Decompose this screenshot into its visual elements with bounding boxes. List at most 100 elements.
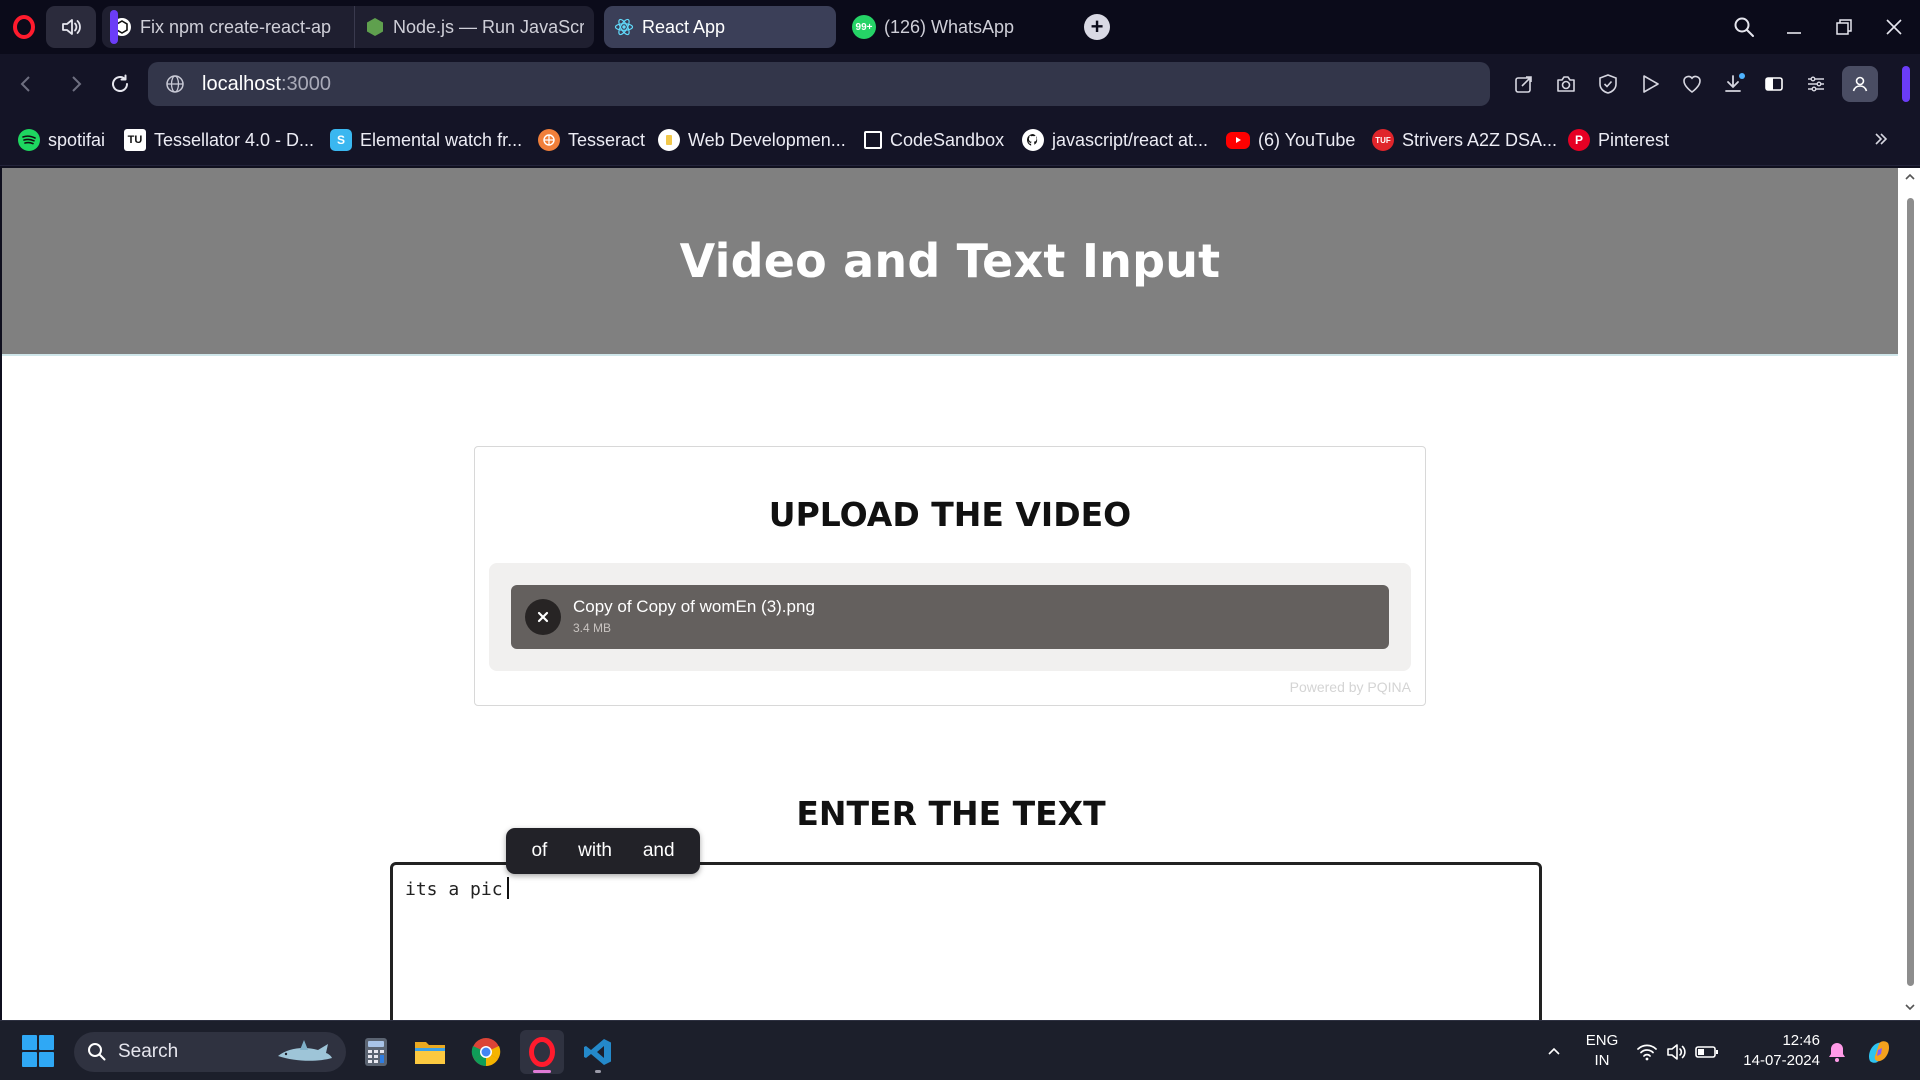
suggestion-and[interactable]: and — [637, 840, 681, 862]
bookmark-codesandbox[interactable]: CodeSandbox — [864, 126, 1004, 154]
shark-icon — [278, 1040, 332, 1061]
bookmark-github-react[interactable]: javascript/react at... — [1022, 126, 1208, 154]
active-app-indicator — [533, 1070, 551, 1073]
taskbar-search[interactable]: Search — [74, 1032, 346, 1072]
powered-by-link[interactable]: Powered by PQINA — [1290, 679, 1411, 695]
file-name: Copy of Copy of womEn (3).png — [573, 597, 815, 616]
calculator-icon[interactable] — [354, 1030, 398, 1074]
bookmark-label: Pinterest — [1598, 129, 1670, 150]
battery-icon[interactable] — [1694, 1039, 1720, 1065]
scroll-down-icon[interactable] — [1904, 1000, 1916, 1014]
file-drop-area[interactable]: Copy of Copy of womEn (3).png 3.4 MB — [489, 563, 1411, 671]
volume-icon[interactable] — [1664, 1039, 1690, 1065]
input-language[interactable]: ENG IN — [1580, 1031, 1624, 1071]
opera-taskbar-icon[interactable] — [520, 1030, 564, 1074]
opera-logo-icon[interactable] — [4, 6, 44, 48]
elemental-icon: S — [330, 129, 352, 151]
chevron-up-icon[interactable] — [1540, 1037, 1568, 1065]
scroll-up-icon[interactable] — [1904, 170, 1916, 184]
camera-icon[interactable] — [1550, 68, 1582, 100]
word-suggestion-popup: of with and — [506, 828, 700, 874]
bookmark-elemental[interactable]: S Elemental watch fr... — [330, 126, 522, 154]
language-code: ENG — [1585, 1032, 1619, 1049]
nodejs-icon — [365, 17, 385, 37]
vscode-icon[interactable] — [576, 1030, 620, 1074]
codesandbox-icon — [864, 131, 882, 149]
back-arrow-icon[interactable] — [8, 66, 44, 102]
suggestion-with[interactable]: with — [572, 840, 618, 862]
reload-icon[interactable] — [102, 66, 138, 102]
wifi-icon[interactable] — [1634, 1039, 1660, 1065]
text-input-value: its a pic — [405, 879, 503, 900]
scroll-thumb[interactable] — [1907, 198, 1914, 986]
copilot-icon[interactable] — [1862, 1035, 1896, 1069]
bookmark-tesseract[interactable]: Tesseract — [538, 126, 645, 154]
bookmark-pinterest[interactable]: P Pinterest — [1568, 126, 1669, 154]
sidebar-toggle-icon[interactable] — [1758, 68, 1790, 100]
tab-fix-npm[interactable]: Fix npm create-react-ap — [102, 6, 354, 48]
page-scrollbar[interactable] — [1900, 168, 1920, 1020]
bookmark-label: CodeSandbox — [890, 129, 1005, 150]
bookmarks-overflow-icon[interactable] — [1866, 124, 1896, 154]
tab-label: (126) WhatsApp — [884, 16, 1015, 37]
react-icon — [614, 17, 634, 37]
search-label: Search — [118, 1041, 179, 1062]
address-bar[interactable]: localhost:3000 — [148, 62, 1490, 106]
chrome-icon[interactable] — [464, 1030, 508, 1074]
close-window-icon[interactable] — [1874, 8, 1914, 46]
youtube-icon — [1226, 131, 1250, 149]
system-clock[interactable]: 12:46 14-07-2024 — [1726, 1031, 1820, 1071]
bookmark-label: javascript/react at... — [1052, 129, 1209, 150]
bookmark-label: spotifai — [48, 129, 106, 150]
tab-group-marker — [110, 10, 118, 44]
webdev-icon — [658, 129, 680, 151]
tab-react-app[interactable]: React App — [604, 6, 836, 48]
file-explorer-icon[interactable] — [408, 1030, 452, 1074]
remove-file-button[interactable] — [525, 599, 561, 635]
text-section-heading: ENTER THE TEXT — [796, 794, 1106, 833]
new-tab-button[interactable]: + — [1084, 14, 1110, 40]
tab-audio-icon[interactable] — [46, 6, 96, 48]
forward-arrow-icon[interactable] — [58, 66, 94, 102]
page-viewport: Video and Text Input UPLOAD THE VIDEO Co… — [2, 168, 1900, 1020]
bookmark-strivers[interactable]: TUF Strivers A2Z DSA... — [1372, 126, 1557, 154]
bookmark-youtube[interactable]: (6) YouTube — [1226, 126, 1355, 154]
bookmark-web-development[interactable]: Web Developmen... — [658, 126, 846, 154]
heart-icon[interactable] — [1676, 68, 1708, 100]
page-title: Video and Text Input — [679, 234, 1221, 288]
pinterest-icon: P — [1568, 129, 1590, 151]
tab-label: React App — [642, 16, 726, 37]
tab-search-icon[interactable] — [1724, 8, 1764, 46]
bookmark-spotifai[interactable]: spotifai — [18, 126, 105, 154]
minimize-icon[interactable] — [1774, 8, 1814, 46]
notification-bell-icon[interactable] — [1824, 1039, 1850, 1065]
restore-icon[interactable] — [1824, 8, 1864, 46]
bookmark-label: (6) YouTube — [1258, 129, 1356, 150]
bookmark-label: Elemental watch fr... — [360, 129, 523, 150]
navigation-bar: localhost:3000 — [0, 54, 1920, 114]
easy-setup-icon[interactable] — [1800, 68, 1832, 100]
play-icon[interactable] — [1634, 68, 1666, 100]
search-icon — [86, 1041, 108, 1063]
tab-whatsapp[interactable]: 99+ (126) WhatsApp — [842, 6, 1072, 48]
bookmark-label: Strivers A2Z DSA... — [1402, 129, 1558, 150]
download-icon[interactable] — [1718, 68, 1750, 100]
site-info-icon[interactable] — [164, 73, 186, 95]
profile-icon[interactable] — [1842, 66, 1878, 102]
suggestion-of[interactable]: of — [525, 840, 553, 862]
github-icon — [1022, 129, 1044, 151]
shield-icon[interactable] — [1592, 68, 1624, 100]
tab-strip: Fix npm create-react-ap Node.js — Run Ja… — [0, 0, 1920, 54]
tesseract-icon — [538, 129, 560, 151]
taskbar: Search ENG IN 12:46 14-07-2024 — [0, 1020, 1920, 1080]
region-code: IN — [1594, 1052, 1610, 1069]
bookmark-tessellator[interactable]: TU Tessellator 4.0 - D... — [124, 126, 314, 154]
upload-heading: UPLOAD THE VIDEO — [768, 495, 1132, 534]
windows-start-icon[interactable] — [22, 1035, 54, 1067]
text-input[interactable]: its a pic — [390, 862, 1542, 1020]
tab-nodejs[interactable]: Node.js — Run JavaScrip — [354, 6, 594, 48]
share-icon[interactable] — [1508, 68, 1540, 100]
text-caret — [506, 877, 509, 899]
url-port: :3000 — [280, 72, 331, 95]
running-app-indicator — [595, 1070, 601, 1073]
